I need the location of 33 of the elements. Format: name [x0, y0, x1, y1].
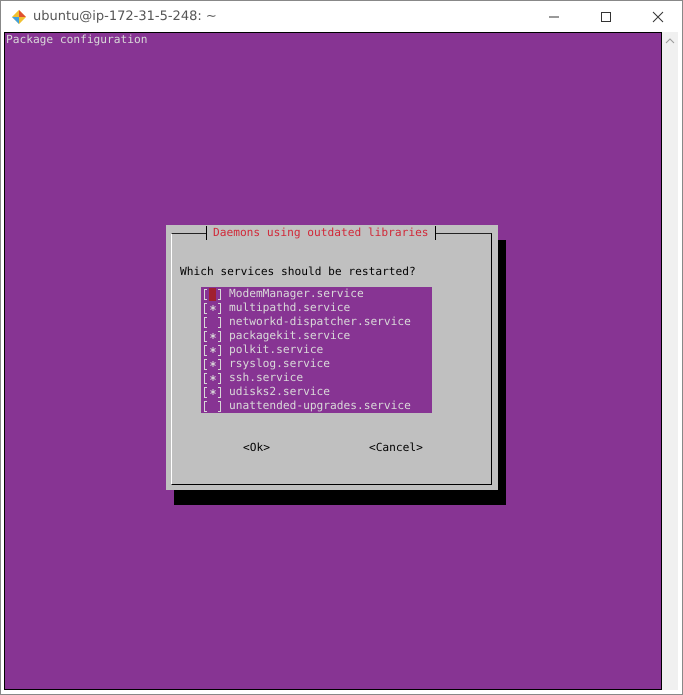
checkbox[interactable]	[204, 330, 221, 342]
checkbox[interactable]	[204, 316, 221, 328]
asterisk-icon	[210, 305, 216, 311]
terminal-header: Package configuration	[5, 33, 148, 47]
dialog-title: Daemons using outdated libraries	[206, 226, 436, 240]
window-title: ubuntu@ip-172-31-5-248: ~	[33, 9, 217, 24]
service-name[interactable]: rsyslog.service	[229, 357, 330, 371]
asterisk-icon	[210, 375, 216, 381]
checkbox[interactable]	[204, 386, 221, 398]
dialog-question: Which services should be restarted?	[180, 265, 416, 279]
checkbox[interactable]	[204, 288, 221, 300]
checkbox[interactable]	[204, 358, 221, 370]
checkbox[interactable]	[204, 302, 221, 314]
service-name[interactable]: unattended-upgrades.service	[229, 399, 411, 413]
checkbox[interactable]	[204, 372, 221, 384]
asterisk-icon	[210, 389, 216, 395]
dialog-button[interactable]: <Cancel>	[368, 441, 423, 455]
checkbox[interactable]	[204, 344, 221, 356]
maximize-icon[interactable]	[600, 10, 612, 22]
asterisk-icon	[210, 333, 216, 339]
scrollbar[interactable]	[662, 32, 678, 690]
close-icon[interactable]	[652, 10, 664, 22]
asterisk-icon	[210, 347, 216, 353]
checkbox[interactable]	[204, 400, 221, 412]
service-name[interactable]: ModemManager.service	[229, 287, 364, 301]
service-name[interactable]: udisks2.service	[229, 385, 330, 399]
asterisk-icon	[210, 361, 216, 367]
service-name[interactable]: ssh.service	[229, 371, 304, 385]
service-name[interactable]: networkd-dispatcher.service	[229, 315, 411, 329]
service-name[interactable]: packagekit.service	[229, 329, 350, 343]
service-name[interactable]: multipathd.service	[229, 301, 350, 315]
dialog-button[interactable]: <Ok>	[243, 441, 270, 455]
service-name[interactable]: polkit.service	[229, 343, 324, 357]
